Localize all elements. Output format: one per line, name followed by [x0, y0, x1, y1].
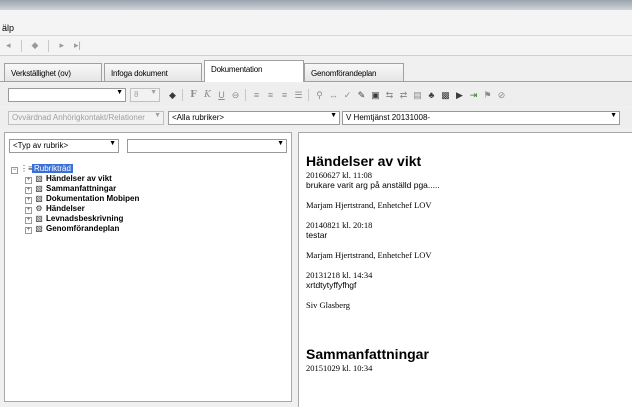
- toolbar-separator: [308, 89, 309, 101]
- chevron-down-icon: ▼: [330, 112, 337, 119]
- italic-button[interactable]: K: [201, 90, 214, 100]
- chevron-down-icon: ▼: [610, 112, 617, 119]
- relation-select[interactable]: Ovvärdnad Anhörigkontakt/Relationer ▼: [8, 111, 164, 125]
- first-record-icon[interactable]: ◂: [6, 40, 11, 51]
- tree-item[interactable]: + ▧ Levnadsbeskrivning: [11, 213, 139, 224]
- tab-genomforandeplan[interactable]: Genomförandeplan: [304, 63, 404, 82]
- align-center-icon[interactable]: ≡: [264, 90, 277, 100]
- nav-separator: [20, 39, 22, 52]
- spellcheck-icon[interactable]: ✓: [341, 90, 354, 101]
- tab-infoga-dokument[interactable]: Infoga dokument: [104, 63, 202, 82]
- check-circle-icon[interactable]: ⊘: [495, 90, 508, 101]
- current-record-icon[interactable]: ◆: [32, 40, 39, 51]
- edit-icon[interactable]: ✎: [355, 90, 368, 101]
- tab-bar: Verkställighet (ov) Infoga dokument Doku…: [0, 60, 632, 82]
- play-icon[interactable]: ▶: [453, 90, 466, 101]
- insert-image-icon[interactable]: ▣: [369, 90, 382, 101]
- align-left-icon[interactable]: ≡: [250, 90, 263, 100]
- tree-item[interactable]: + ⚙ Händelser: [11, 203, 139, 214]
- entry-author: Marjam Hjertstrand, Enhetchef LOV: [306, 200, 432, 210]
- last-record-icon[interactable]: ▸|: [74, 40, 81, 51]
- bold-button[interactable]: F: [187, 90, 200, 100]
- menu-help[interactable]: älp: [2, 23, 14, 33]
- rubrik-type-select[interactable]: <Typ av rubrik> ▼: [9, 139, 119, 153]
- font-size-select[interactable]: 8 ▼: [130, 88, 160, 102]
- entry-date: 20160627 kl. 11:08: [306, 170, 373, 180]
- entry-date: 20131218 kl. 14:34: [306, 270, 373, 280]
- chevron-down-icon: ▼: [150, 89, 157, 96]
- toolbar-separator: [182, 89, 183, 101]
- document-content: Händelser av vikt 20160627 kl. 11:08 bru…: [306, 153, 626, 373]
- pin-icon[interactable]: ⚑: [481, 90, 494, 101]
- chevron-down-icon: ▼: [116, 89, 123, 96]
- font-select[interactable]: ▼: [8, 88, 126, 102]
- chevron-down-icon: ▼: [154, 112, 161, 119]
- entry-text: xrtdtytyffyfhgf: [306, 280, 357, 290]
- save-icon[interactable]: ▩: [439, 90, 452, 101]
- entry-text: testar: [306, 230, 328, 240]
- tree-icon[interactable]: ♣: [425, 90, 438, 100]
- record-navigation-bar: ◂ ◆ ▸ ▸|: [0, 36, 632, 56]
- toolbar-separator: [245, 89, 246, 101]
- entry-date: 20140821 kl. 20:18: [306, 220, 373, 230]
- tree-item[interactable]: + ▧ Sammanfattningar: [11, 183, 139, 194]
- rubrik-tree-panel: <Typ av rubrik> ▼ ▼ − ⋮≡Rubrikträd + ▧ Hände…: [4, 132, 292, 402]
- tree-item[interactable]: + ▧ Dokumentation Mobipen: [11, 193, 139, 204]
- align-right-icon[interactable]: ≡: [278, 90, 291, 100]
- insats-select[interactable]: V Hemtjänst 20131008- ▼: [342, 111, 620, 125]
- link-icon[interactable]: ⇆: [383, 90, 396, 101]
- transfer-icon[interactable]: ⇄: [397, 90, 410, 101]
- entry-author: Siv Glasberg: [306, 300, 350, 310]
- entry-text: brukare varit arg på anställd pga.....: [306, 180, 440, 190]
- entry-author: Marjam Hjertstrand, Enhetchef LOV: [306, 250, 432, 260]
- rubrik-select[interactable]: <Alla rubriker> ▼: [168, 111, 340, 125]
- tab-dokumentation[interactable]: Dokumentation: [204, 60, 304, 82]
- table-icon[interactable]: ▤: [411, 90, 424, 101]
- tree-item[interactable]: + ▧ Händelser av vikt: [11, 173, 139, 184]
- document-icon: ▧: [35, 224, 43, 233]
- expand-icon[interactable]: +: [25, 227, 32, 234]
- document-view[interactable]: Händelser av vikt 20160627 kl. 11:08 bru…: [298, 132, 632, 407]
- next-record-icon[interactable]: ▸: [59, 40, 64, 51]
- formatting-toolbar: ▼ 8 ▼ ◆ F K U ⊖ ≡ ≡ ≡ ☰ ⚲ ↔ ✓ ✎ ▣ ⇆ ⇄ ▤ ♣…: [0, 84, 632, 106]
- nav-separator: [48, 39, 50, 52]
- filter-bar: Ovvärdnad Anhörigkontakt/Relationer ▼ <Al…: [0, 108, 632, 128]
- chevron-down-icon: ▼: [277, 140, 284, 147]
- menu-bar: älp: [0, 10, 632, 36]
- strikethrough-icon[interactable]: ⊖: [229, 90, 242, 101]
- chevron-down-icon: ▼: [109, 140, 116, 147]
- section-heading: Händelser av vikt: [306, 153, 422, 169]
- replace-icon[interactable]: ↔: [327, 90, 340, 100]
- paint-bucket-icon[interactable]: ◆: [166, 90, 179, 101]
- entry-date: 20151029 kl. 10:34: [306, 363, 373, 373]
- tab-verkstallighet[interactable]: Verkställighet (ov): [4, 63, 102, 82]
- tree-item[interactable]: + ▧ Genomförandeplan: [11, 223, 139, 234]
- bullet-list-icon[interactable]: ☰: [292, 90, 305, 101]
- secondary-select[interactable]: ▼: [127, 139, 287, 153]
- window-titlebar: [0, 0, 632, 10]
- section-heading: Sammanfattningar: [306, 346, 429, 362]
- tree-root[interactable]: − ⋮≡Rubrikträd: [11, 163, 139, 174]
- find-icon[interactable]: ⚲: [313, 90, 326, 101]
- rubrik-tree: − ⋮≡Rubrikträd + ▧ Händelser av vikt + ▧ Samm…: [11, 163, 139, 234]
- indent-icon[interactable]: ⇥: [467, 90, 480, 101]
- underline-button[interactable]: U: [215, 90, 228, 100]
